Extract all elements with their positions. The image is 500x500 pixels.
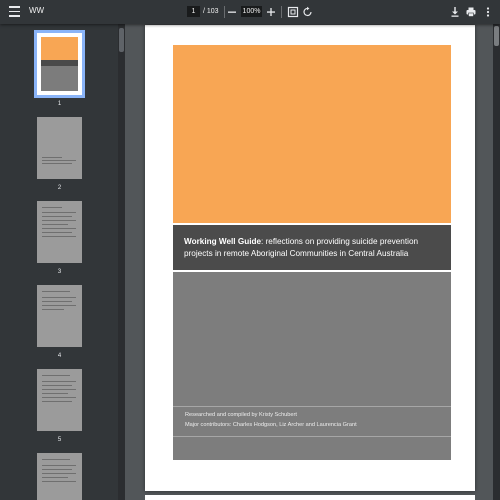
pdf-page-1: Working Well Guide: reflections on provi…	[145, 25, 475, 491]
thumbnail-text-line	[42, 465, 76, 466]
print-icon[interactable]	[464, 4, 478, 20]
thumbnail-text-line	[42, 481, 76, 482]
toolbar-divider	[281, 6, 282, 18]
thumbnail-text-line	[42, 309, 64, 310]
pdf-toolbar: WW 1 / 103 100%	[0, 0, 500, 24]
sidebar-scrollbar[interactable]	[118, 24, 125, 500]
more-vert-icon[interactable]	[481, 4, 495, 20]
thumbnail-text-line	[42, 477, 68, 478]
thumbnail-number: 1	[57, 101, 62, 107]
thumbnail-text-line	[42, 207, 62, 208]
thumbnail-text-line	[42, 385, 72, 386]
thumbnail-text-line	[42, 216, 72, 217]
cover-title: Working Well Guide: reflections on provi…	[184, 236, 446, 260]
cover-divider	[173, 436, 451, 437]
thumbnail-text-line	[42, 163, 72, 164]
main-scrollbar[interactable]	[493, 24, 500, 500]
thumbnail-text-line	[42, 393, 68, 394]
thumbnail-number: 5	[57, 437, 62, 443]
page-count: / 103	[203, 8, 219, 15]
thumbnail-text-line	[42, 157, 62, 158]
thumbnail-number: 2	[57, 185, 62, 191]
thumbnail-page-5[interactable]	[37, 369, 82, 431]
download-icon[interactable]	[448, 4, 462, 20]
zoom-input[interactable]: 100%	[241, 6, 262, 17]
cover-credit-author: Researched and compiled by Kristy Schube…	[185, 412, 297, 418]
thumbnail-text-line	[42, 220, 76, 221]
thumbnail-text-line	[42, 375, 70, 376]
thumbnail-grey-block	[41, 66, 78, 91]
cover-title-box: Working Well Guide: reflections on provi…	[173, 225, 451, 270]
thumbnail-text-line	[42, 389, 76, 390]
thumbnail-page-6[interactable]	[37, 453, 82, 500]
thumbnail-text-line	[42, 459, 70, 460]
thumbnail-text-line	[42, 469, 72, 470]
document-title: WW	[29, 6, 45, 15]
thumbnail-page-4[interactable]	[37, 285, 82, 347]
plus-icon[interactable]	[264, 4, 278, 20]
thumbnail-text-line	[42, 401, 72, 402]
cover-divider	[173, 406, 451, 407]
thumbnail-page-2[interactable]	[37, 117, 82, 179]
pdf-page-2	[145, 495, 475, 500]
thumbnail-page-1[interactable]	[34, 30, 85, 98]
cover-image-block	[173, 45, 451, 223]
thumbnail-text-line	[42, 397, 76, 398]
thumbnail-text-line	[42, 212, 76, 213]
rotate-icon[interactable]	[301, 4, 315, 20]
cover-grey-block: Researched and compiled by Kristy Schube…	[173, 272, 451, 460]
minus-icon[interactable]	[225, 4, 239, 20]
thumbnail-text-line	[42, 381, 76, 382]
thumbnail-cover-block	[41, 37, 78, 60]
thumbnail-page-3[interactable]	[37, 201, 82, 263]
thumbnail-text-line	[42, 301, 72, 302]
thumbnail-text-line	[42, 291, 70, 292]
thumbnail-sidebar: 1 2 3 4 5	[0, 24, 118, 500]
thumbnail-text-line	[42, 232, 72, 233]
main-scrollbar-thumb[interactable]	[494, 26, 499, 46]
page-number-input[interactable]: 1	[187, 6, 200, 17]
thumbnail-text-line	[42, 236, 76, 237]
thumbnail-text-line	[42, 224, 68, 225]
cover-title-bold: Working Well Guide	[184, 237, 262, 246]
sidebar-scrollbar-thumb[interactable]	[119, 28, 124, 52]
thumbnail-number: 3	[57, 269, 62, 275]
cover-credit-contributors: Major contributors: Charles Hodgson, Liz…	[185, 422, 357, 428]
document-viewer: Working Well Guide: reflections on provi…	[125, 24, 500, 500]
thumbnail-text-line	[42, 297, 76, 298]
thumbnail-text-line	[42, 228, 76, 229]
fit-to-page-icon[interactable]	[286, 4, 300, 20]
thumbnail-text-line	[42, 473, 76, 474]
thumbnail-text-line	[42, 160, 76, 161]
menu-icon[interactable]	[9, 6, 20, 18]
thumbnail-number: 4	[57, 353, 62, 359]
thumbnail-text-line	[42, 305, 76, 306]
